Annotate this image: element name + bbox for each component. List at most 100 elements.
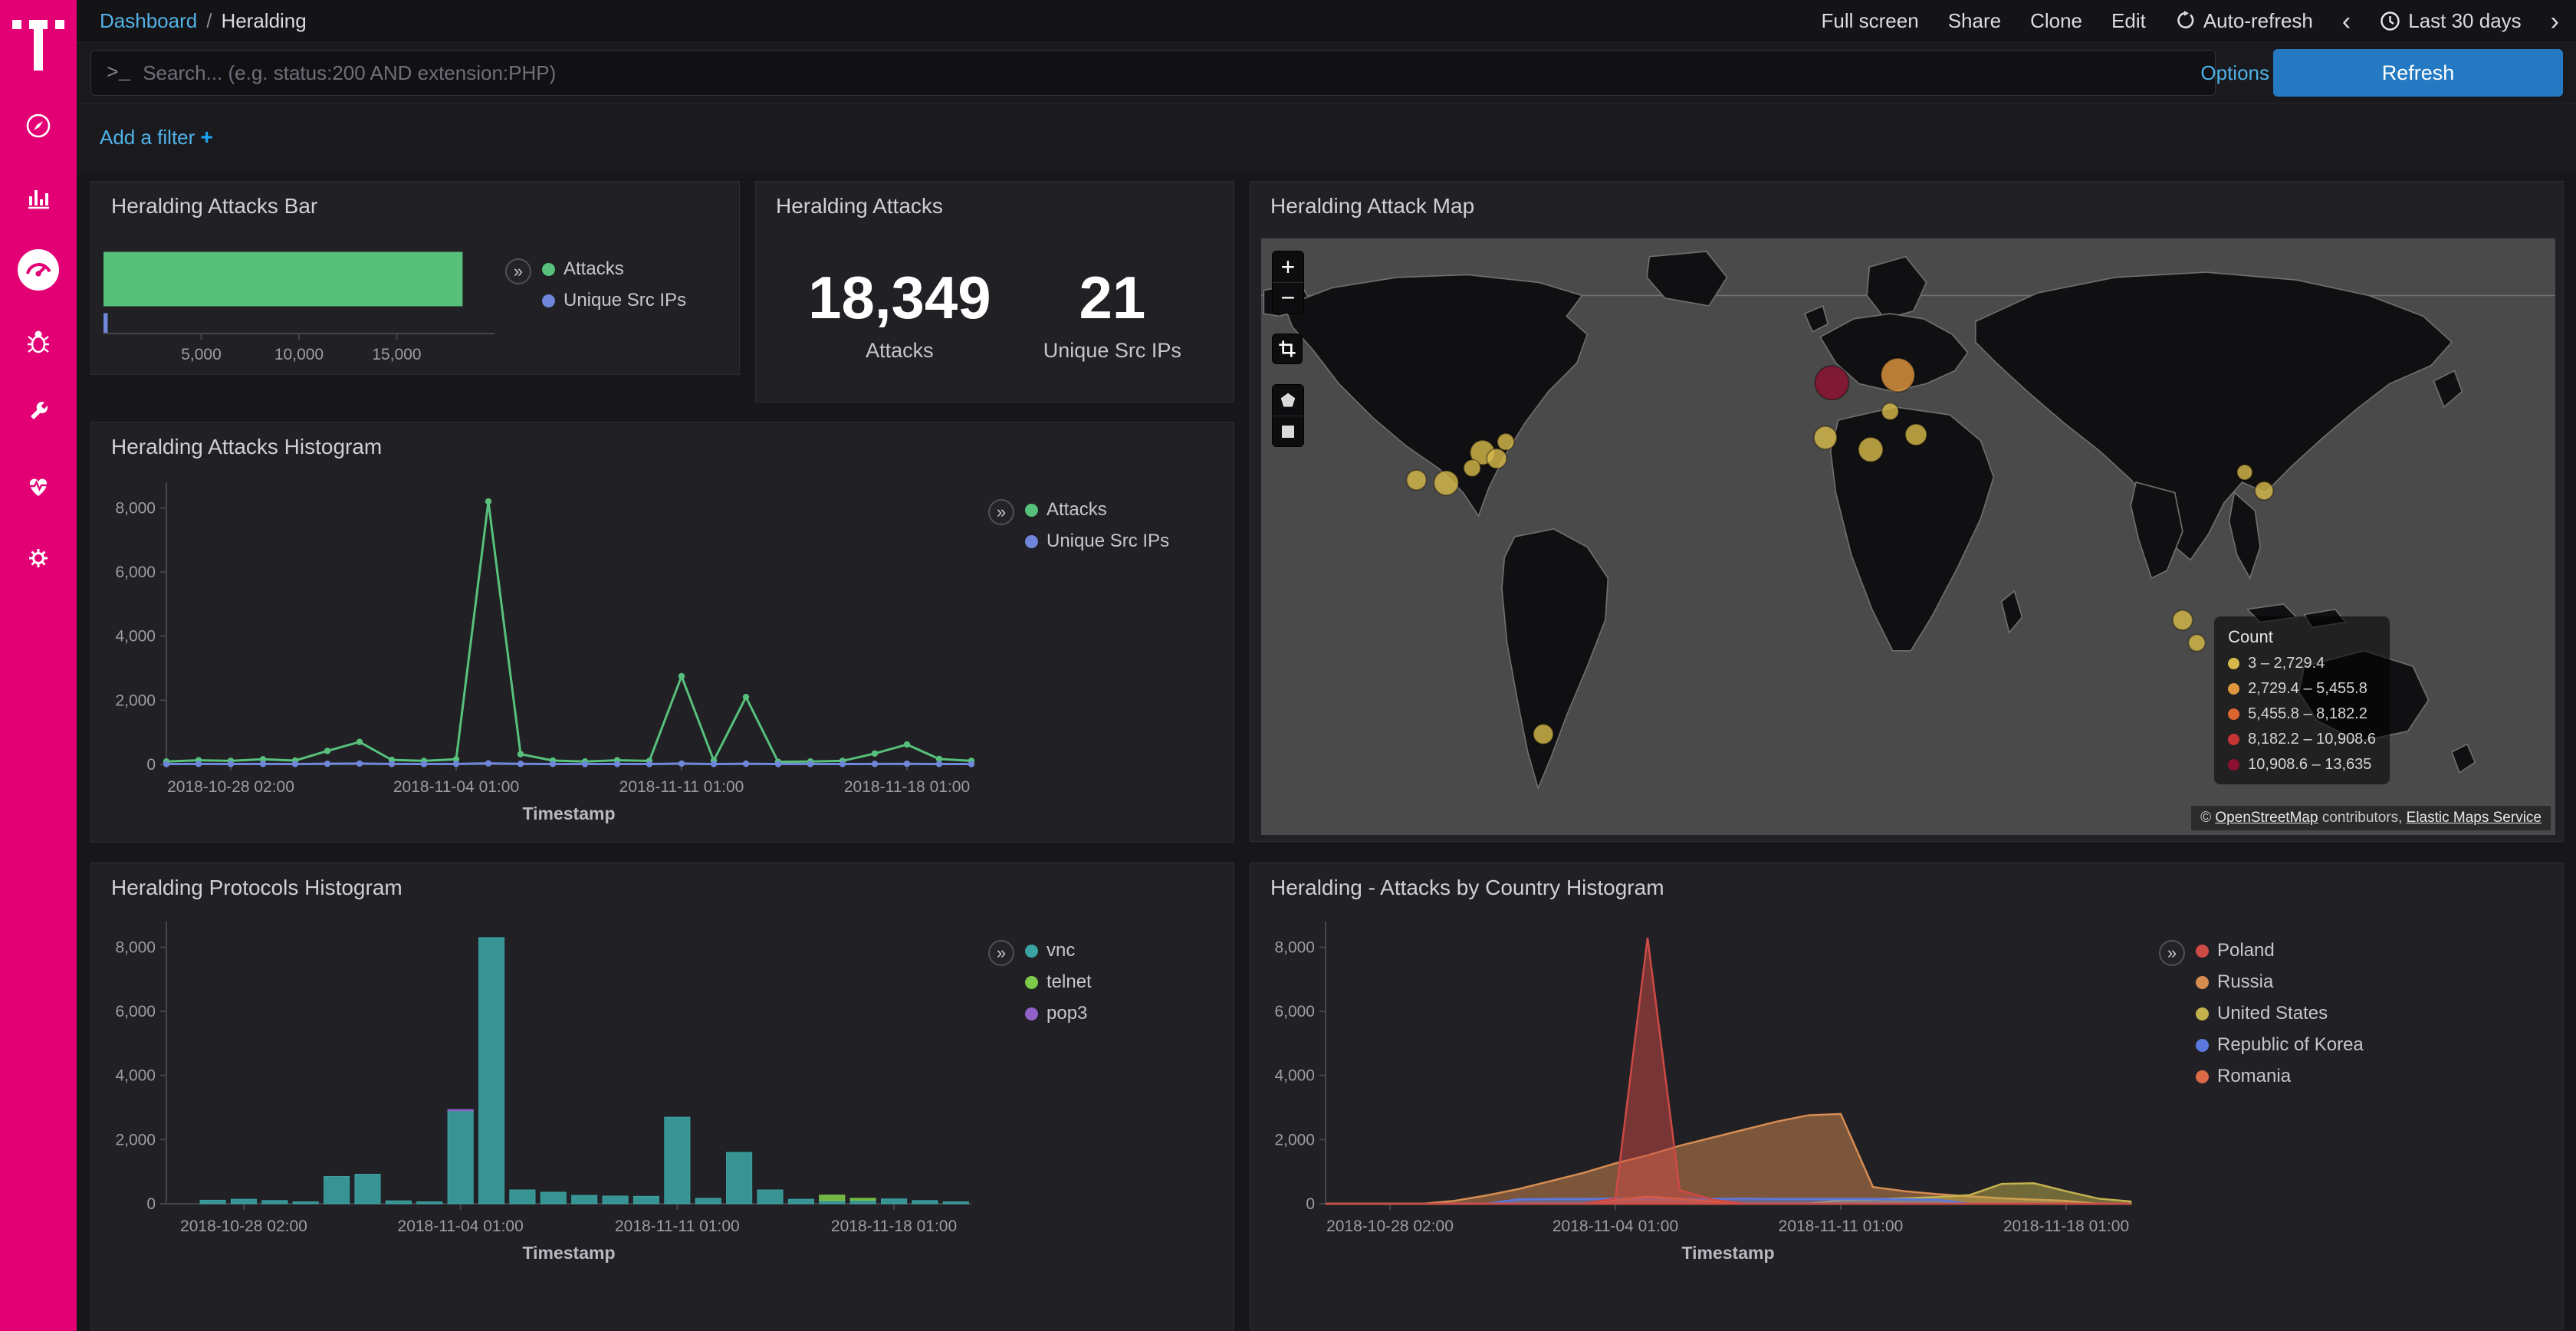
legend-range: 5,455.8 – 8,182.2	[2248, 705, 2367, 723]
legend-toggle-icon[interactable]: »	[2159, 940, 2185, 966]
share-button[interactable]: Share	[1948, 9, 2001, 33]
clock-icon	[2380, 11, 2400, 31]
query-prompt-icon: >_	[107, 61, 130, 84]
rectangle-icon	[1279, 422, 1297, 441]
panel-attacks-metric: Heralding Attacks 18,349 Attacks 21 Uniq…	[755, 181, 1234, 403]
legend-range: 8,182.2 – 10,908.6	[2248, 731, 2376, 748]
map-controls: + −	[1272, 251, 1304, 447]
svg-text:Timestamp: Timestamp	[522, 1243, 615, 1263]
sidebar-item-discover[interactable]	[14, 101, 63, 150]
logo-stem	[34, 20, 43, 71]
legend-item-attacks[interactable]: Attacks	[542, 258, 686, 280]
svg-text:2018-11-04 01:00: 2018-11-04 01:00	[393, 778, 519, 796]
zoom-in-button[interactable]: +	[1273, 251, 1303, 282]
fit-bounds-button[interactable]	[1272, 334, 1303, 364]
attacks-histogram-chart[interactable]: 02,0004,0006,0008,0002018-10-28 02:00201…	[102, 470, 981, 832]
legend-dot	[1025, 945, 1038, 958]
add-filter-link[interactable]: Add a filter +	[100, 125, 213, 150]
elastic-maps-link[interactable]: Elastic Maps Service	[2407, 810, 2542, 826]
openstreetmap-link[interactable]: OpenStreetMap	[2215, 810, 2318, 826]
sidebar-item-visualize[interactable]	[14, 173, 63, 222]
clone-button[interactable]: Clone	[2030, 9, 2082, 33]
legend-item-romania[interactable]: Romania	[2196, 1066, 2364, 1087]
auto-refresh-button[interactable]: Auto-refresh	[2175, 9, 2313, 33]
attacks-histogram-legend: » Attacks Unique Src IPs	[988, 499, 1169, 552]
legend-label: vnc	[1046, 940, 1075, 961]
time-prev-button[interactable]: ‹	[2342, 12, 2351, 31]
legend-item-attacks[interactable]: Attacks	[1025, 499, 1169, 521]
sidebar-item-monitoring[interactable]	[14, 462, 63, 511]
protocols-histogram-legend: » vnc telnet pop3	[988, 940, 1092, 1024]
draw-polygon-button[interactable]	[1273, 385, 1303, 416]
legend-item-united-states[interactable]: United States	[2196, 1003, 2364, 1024]
legend-toggle-icon[interactable]: »	[988, 499, 1014, 525]
time-range-picker[interactable]: Last 30 days	[2380, 9, 2521, 33]
legend-label: Unique Src IPs	[564, 290, 686, 311]
panel-title: Heralding Attacks Bar	[111, 194, 317, 219]
svg-text:0: 0	[1306, 1195, 1315, 1213]
full-screen-button[interactable]: Full screen	[1822, 9, 1919, 33]
sidebar-item-sensors[interactable]	[14, 317, 63, 366]
svg-text:2018-11-04 01:00: 2018-11-04 01:00	[398, 1218, 524, 1235]
metric-attacks: 18,349 Attacks	[808, 263, 991, 363]
legend-dot	[2196, 1039, 2209, 1052]
draw-rectangle-button[interactable]	[1273, 416, 1303, 446]
country-histogram-legend: » Poland Russia United States Republic o…	[2159, 940, 2364, 1087]
svg-text:2018-11-18 01:00: 2018-11-18 01:00	[831, 1218, 957, 1235]
map-count-legend: Count 3 – 2,729.4 2,729.4 – 5,455.8 5,45…	[2214, 616, 2390, 784]
telekom-logo[interactable]	[11, 12, 66, 80]
world-map[interactable]: + −	[1261, 238, 2555, 835]
legend-dot	[2196, 976, 2209, 989]
legend-item-republic-of-korea[interactable]: Republic of Korea	[2196, 1034, 2364, 1056]
panel-title: Heralding Attacks Histogram	[111, 435, 382, 459]
dashboard-actions: Full screen Share Clone Edit Auto-refres…	[1822, 9, 2559, 33]
metric-group: 18,349 Attacks 21 Unique Src IPs	[756, 263, 1234, 363]
legend-dot	[2196, 1070, 2209, 1083]
search-box: >_	[90, 50, 2216, 96]
legend-item-unique-src-ips[interactable]: Unique Src IPs	[542, 290, 686, 311]
legend-row: 2,729.4 – 5,455.8	[2228, 680, 2376, 698]
search-input[interactable]	[143, 61, 2200, 85]
protocols-histogram-chart[interactable]: 02,0004,0006,0008,0002018-10-28 02:00201…	[102, 909, 981, 1271]
legend-toggle-icon[interactable]: »	[988, 940, 1014, 966]
svg-text:8,000: 8,000	[1274, 938, 1315, 956]
svg-text:10,000: 10,000	[274, 346, 324, 363]
svg-text:2018-10-28 02:00: 2018-10-28 02:00	[180, 1218, 307, 1235]
sidebar-item-management[interactable]	[14, 534, 63, 583]
edit-button[interactable]: Edit	[2111, 9, 2146, 33]
sidebar-nav	[14, 101, 63, 583]
attribution-mid: contributors,	[2318, 810, 2407, 826]
legend-item-unique-src-ips[interactable]: Unique Src IPs	[1025, 531, 1169, 552]
legend-item-telnet[interactable]: telnet	[1025, 971, 1092, 993]
breadcrumb-dashboard-link[interactable]: Dashboard	[100, 9, 197, 33]
legend-dot	[2196, 945, 2209, 958]
legend-dot	[542, 263, 555, 276]
time-next-button[interactable]: ›	[2551, 12, 2559, 31]
legend-item-russia[interactable]: Russia	[2196, 971, 2364, 993]
country-histogram-chart[interactable]: 02,0004,0006,0008,0002018-10-28 02:00201…	[1261, 909, 2140, 1271]
legend-dot	[1025, 976, 1038, 989]
legend-item-vnc[interactable]: vnc	[1025, 940, 1092, 961]
legend-range: 10,908.6 – 13,635	[2248, 756, 2371, 774]
legend-item-poland[interactable]: Poland	[2196, 940, 2364, 961]
legend-item-pop3[interactable]: pop3	[1025, 1003, 1092, 1024]
refresh-button[interactable]: Refresh	[2273, 49, 2563, 97]
panel-title: Heralding Protocols Histogram	[111, 876, 402, 900]
panel-title: Heralding - Attacks by Country Histogram	[1270, 876, 1664, 900]
legend-toggle-icon[interactable]: »	[505, 258, 531, 284]
sidebar-item-tools[interactable]	[14, 389, 63, 439]
panel-title: Heralding Attack Map	[1270, 194, 1474, 219]
svg-text:2018-10-28 02:00: 2018-10-28 02:00	[1326, 1218, 1454, 1235]
svg-text:8,000: 8,000	[115, 499, 156, 517]
zoom-out-button[interactable]: −	[1273, 282, 1303, 313]
legend-dot	[2228, 658, 2239, 669]
query-options-link[interactable]: Options	[2200, 43, 2269, 103]
svg-text:2,000: 2,000	[115, 692, 156, 709]
sidebar-item-dashboard[interactable]	[14, 245, 63, 294]
metric-value: 21	[1043, 263, 1181, 333]
attacks-bar-chart[interactable]: 5,00010,00015,000	[104, 246, 502, 369]
logo-right-square	[55, 20, 64, 29]
plus-icon: +	[201, 125, 213, 149]
legend-label: pop3	[1046, 1003, 1087, 1024]
svg-text:2,000: 2,000	[115, 1131, 156, 1149]
